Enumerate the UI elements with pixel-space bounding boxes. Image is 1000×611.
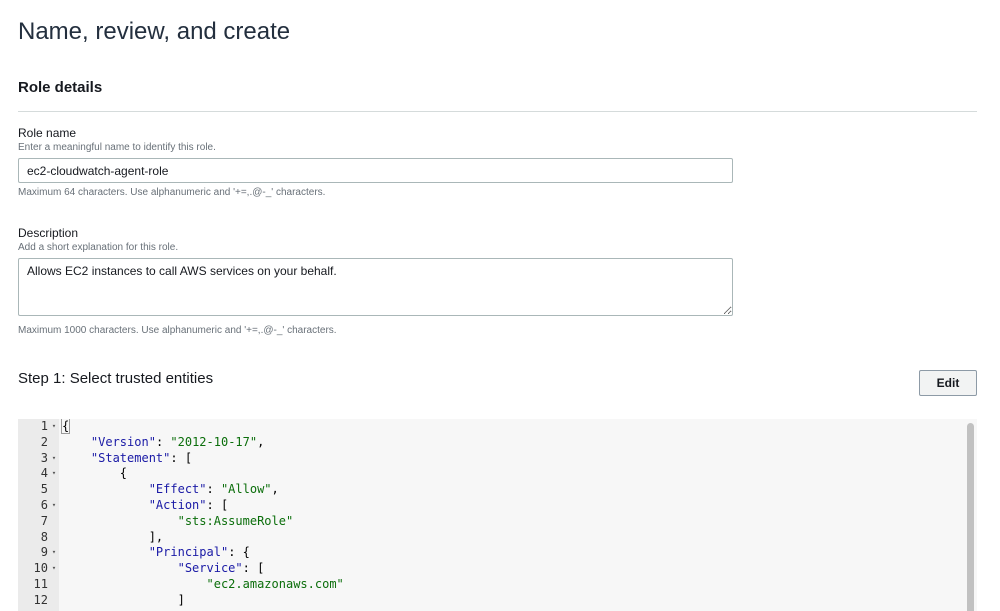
json-string: "ec2.amazonaws.com"	[206, 576, 344, 591]
code-text: "sts:AssumeRole"	[62, 513, 294, 530]
code-line[interactable]: 7 "sts:AssumeRole"	[18, 514, 964, 530]
fold-toggle-icon[interactable]: ▾	[50, 561, 58, 577]
line-number: 8	[40, 529, 48, 544]
json-punctuation: ,	[257, 434, 265, 449]
json-punctuation	[62, 498, 149, 512]
json-punctuation: :	[206, 482, 221, 497]
json-punctuation: {	[62, 466, 128, 481]
line-number: 3	[40, 450, 48, 465]
description-label: Description	[18, 226, 79, 240]
json-key: "Principal"	[148, 545, 229, 560]
json-punctuation	[62, 482, 149, 496]
fold-toggle-icon[interactable]: ▾	[50, 451, 58, 467]
description-constraint: Maximum 1000 characters. Use alphanumeri…	[18, 325, 337, 336]
code-line[interactable]: 12 ]	[18, 593, 964, 609]
json-key: "Service"	[177, 561, 243, 576]
code-text: "Service": [	[62, 561, 265, 577]
line-number: 5	[40, 482, 48, 497]
json-punctuation	[62, 545, 149, 559]
role-name-hint: Enter a meaningful name to identify this…	[18, 142, 216, 153]
json-punctuation: {	[60, 419, 71, 434]
json-string: "Allow"	[220, 482, 272, 497]
json-punctuation: : [	[206, 497, 229, 512]
step1-title: Step 1: Select trusted entities	[18, 370, 214, 387]
json-punctuation: ],	[62, 529, 164, 544]
code-line[interactable]: 11 "ec2.amazonaws.com"	[18, 577, 964, 593]
code-line[interactable]: 5 "Effect": "Allow",	[18, 482, 964, 498]
code-line[interactable]: 1 ▾{	[18, 419, 964, 435]
edit-button[interactable]: Edit	[919, 370, 977, 396]
line-number: 9	[40, 545, 48, 560]
json-key: "Effect"	[148, 482, 207, 497]
code-line[interactable]: 8 ],	[18, 530, 964, 546]
json-punctuation	[62, 514, 178, 528]
code-line[interactable]: 2 "Version": "2012-10-17",	[18, 435, 964, 451]
json-punctuation	[62, 561, 178, 575]
json-punctuation: :	[155, 434, 171, 449]
role-name-input[interactable]	[18, 158, 733, 183]
code-text: {	[62, 466, 127, 482]
line-number: 10	[33, 561, 48, 576]
editor-scrollbar[interactable]	[964, 419, 977, 611]
json-punctuation: ,	[271, 482, 279, 497]
fold-toggle-icon[interactable]: ▾	[50, 466, 58, 482]
line-number: 12	[33, 592, 48, 607]
json-punctuation	[62, 577, 207, 591]
code-lines[interactable]: 1 ▾{2 "Version": "2012-10-17", 3 ▾ "Stateme…	[18, 419, 964, 609]
json-punctuation: : {	[228, 545, 250, 560]
code-line[interactable]: 3 ▾ "Statement": [	[18, 451, 964, 467]
json-string: "sts:AssumeRole"	[177, 513, 294, 528]
code-line[interactable]: 9 ▾ "Principal": {	[18, 545, 964, 561]
line-number: 4	[40, 466, 48, 481]
line-number: 2	[40, 434, 48, 449]
role-details-heading: Role details	[18, 79, 103, 96]
code-text: {	[60, 419, 71, 435]
editor-scrollbar-thumb[interactable]	[967, 423, 974, 611]
code-text: "Principal": {	[62, 545, 250, 561]
code-text: "Version": "2012-10-17",	[62, 435, 264, 451]
json-punctuation: : [	[242, 561, 265, 576]
json-key: "Action"	[148, 497, 207, 512]
fold-toggle-icon[interactable]: ▾	[50, 498, 58, 514]
code-line[interactable]: 4 ▾ {	[18, 466, 964, 482]
line-number: 11	[33, 576, 48, 591]
policy-json-editor[interactable]: 1 ▾{2 "Version": "2012-10-17", 3 ▾ "Stateme…	[18, 419, 977, 611]
code-text: "ec2.amazonaws.com"	[62, 577, 344, 593]
line-number: 6	[40, 497, 48, 512]
role-name-label: Role name	[18, 126, 77, 140]
code-text: ]	[62, 593, 185, 609]
code-text: ],	[62, 530, 163, 546]
page-title: Name, review, and create	[18, 18, 291, 45]
line-number: 7	[40, 513, 48, 528]
line-number: 1	[40, 419, 48, 433]
json-punctuation: ]	[62, 592, 185, 607]
fold-toggle-icon[interactable]: ▾	[50, 545, 58, 561]
description-textarea[interactable]: Allows EC2 instances to call AWS service…	[18, 258, 733, 316]
fold-toggle-icon[interactable]: ▾	[50, 419, 58, 435]
code-text: "Effect": "Allow",	[62, 482, 279, 498]
json-key: "Version"	[90, 434, 156, 449]
code-line[interactable]: 6 ▾ "Action": [	[18, 498, 964, 514]
section-divider	[18, 111, 977, 112]
role-name-constraint: Maximum 64 characters. Use alphanumeric …	[18, 187, 326, 198]
json-punctuation	[62, 451, 91, 465]
json-punctuation	[62, 435, 91, 449]
code-line[interactable]: 10 ▾ "Service": [	[18, 561, 964, 577]
code-text: "Action": [	[62, 498, 228, 514]
json-key: "Statement"	[90, 450, 171, 465]
description-hint: Add a short explanation for this role.	[18, 242, 179, 253]
json-string: "2012-10-17"	[170, 434, 258, 449]
json-punctuation: : [	[170, 450, 193, 465]
code-text: "Statement": [	[62, 451, 192, 467]
